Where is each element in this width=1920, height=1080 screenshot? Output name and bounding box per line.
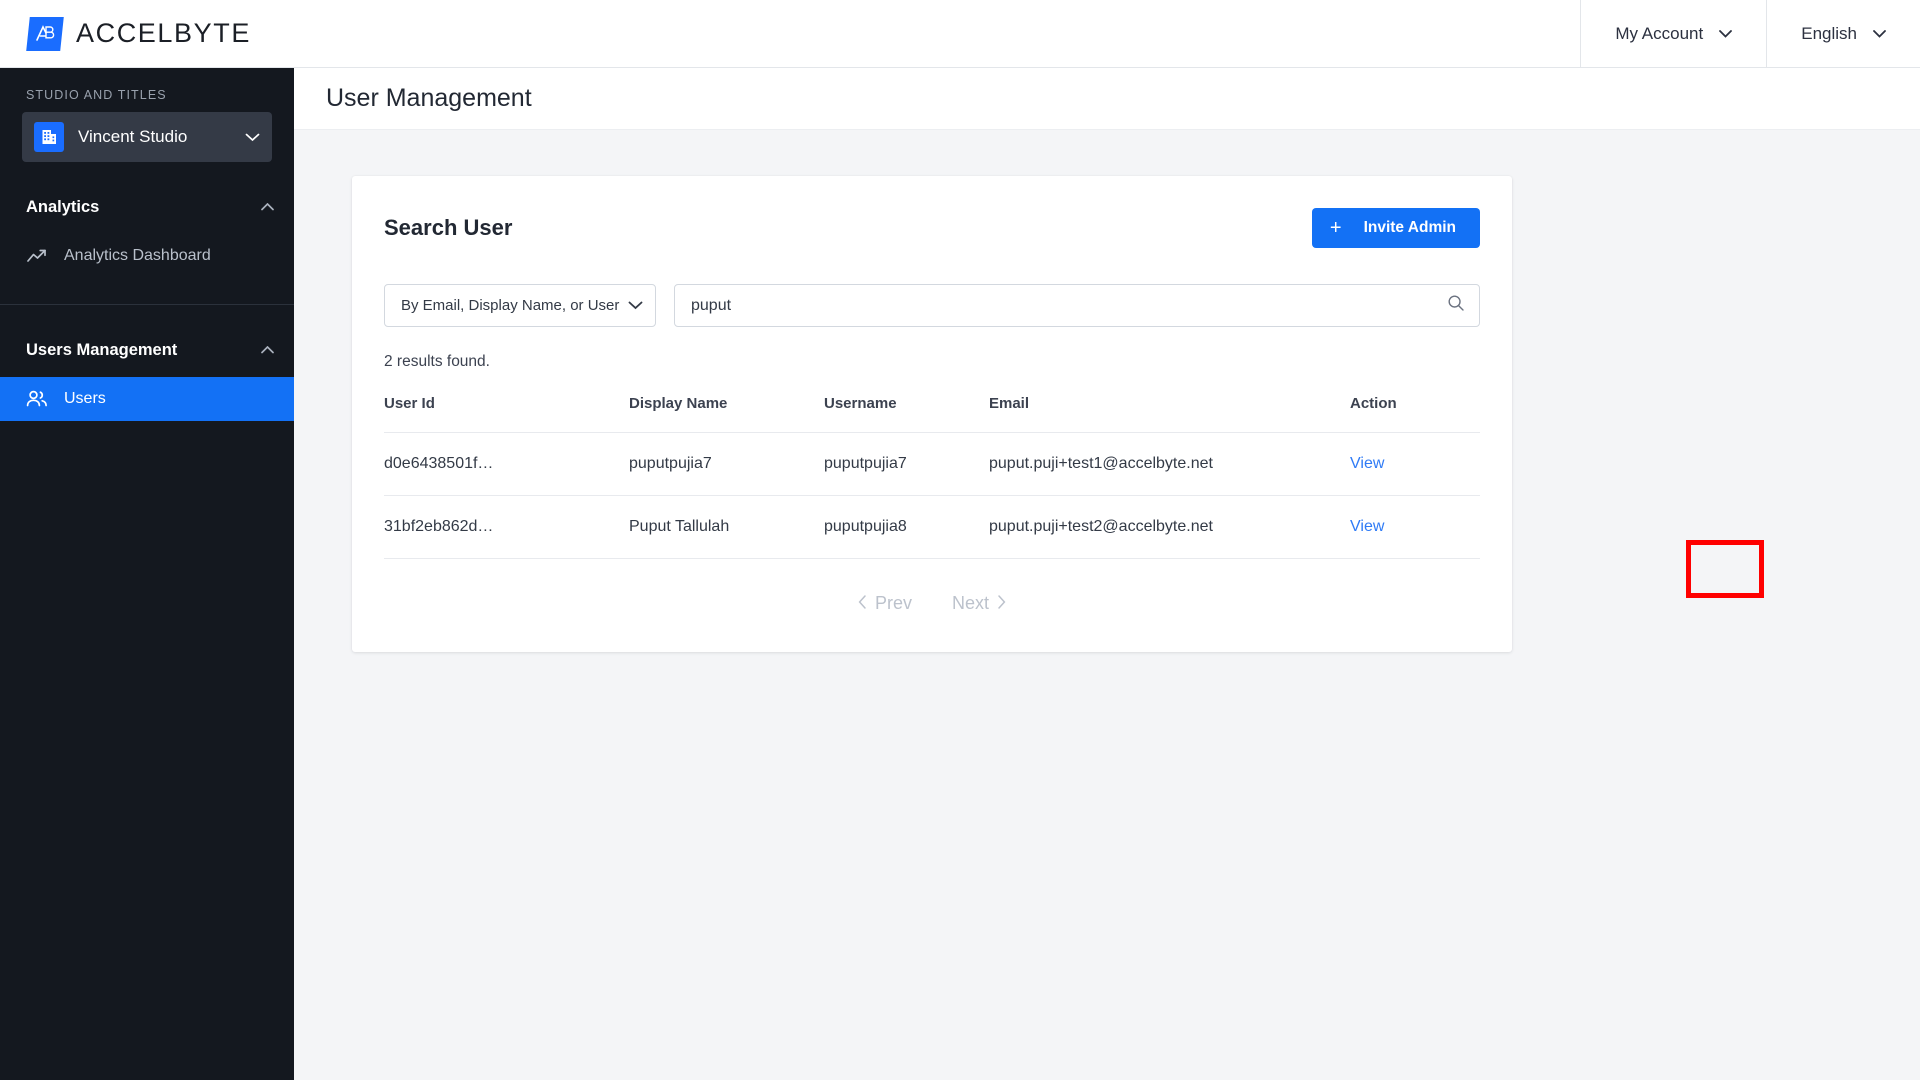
next-page-button[interactable]: Next — [952, 593, 1006, 614]
table-head: User Id Display Name Username Email Acti… — [384, 383, 1480, 433]
chevron-left-icon — [858, 593, 867, 614]
view-link[interactable]: View — [1350, 455, 1384, 472]
search-filter-value: By Email, Display Name, or User Na… — [401, 297, 620, 314]
cell-action: View — [1350, 432, 1480, 496]
search-input[interactable] — [691, 296, 1447, 315]
sidebar-section-analytics[interactable]: Analytics — [0, 192, 294, 222]
sidebar-section-title: Analytics — [26, 197, 100, 216]
language-label: English — [1801, 23, 1857, 43]
sidebar-item-users[interactable]: Users — [0, 377, 294, 421]
cell-email: puput.puji+test2@accelbyte.net — [989, 495, 1350, 559]
accelbyte-badge-icon — [26, 16, 64, 51]
next-page-label: Next — [952, 593, 990, 613]
invite-admin-button[interactable]: + Invite Admin — [1311, 208, 1480, 248]
top-bar: ACCELBYTE My Account English — [0, 0, 1920, 68]
results-count: 2 results found. — [384, 353, 490, 370]
studio-section-label: STUDIO AND TITLES — [26, 88, 167, 102]
users-table: User Id Display Name Username Email Acti… — [384, 383, 1480, 559]
table-row: d0e6438501f… puputpujia7 puputpujia7 pup… — [384, 432, 1480, 496]
studio-name: Vincent Studio — [78, 127, 188, 146]
prev-page-button[interactable]: Prev — [858, 593, 912, 614]
brand-logo[interactable]: ACCELBYTE — [0, 0, 360, 67]
chevron-down-icon — [1719, 29, 1733, 38]
sidebar-section-title: Users Management — [26, 340, 178, 359]
building-icon — [34, 122, 64, 152]
sidebar-item-label: Analytics Dashboard — [64, 247, 211, 264]
search-field-wrapper — [674, 284, 1480, 327]
search-controls: By Email, Display Name, or User Na… — [384, 284, 1480, 327]
column-header-action: Action — [1350, 383, 1480, 433]
table-header-row: User Id Display Name Username Email Acti… — [384, 383, 1480, 433]
chevron-down-icon — [1873, 29, 1886, 38]
top-menu: My Account English — [1580, 0, 1920, 67]
my-account-menu[interactable]: My Account — [1580, 0, 1766, 67]
sidebar-section-users-management[interactable]: Users Management — [0, 335, 294, 365]
pagination: Prev Next — [384, 559, 1480, 652]
app-root: ACCELBYTE My Account English STUDIO AND … — [0, 0, 1920, 1080]
column-header-username: Username — [824, 383, 989, 433]
chevron-right-icon — [997, 593, 1006, 614]
card-title: Search User — [384, 215, 513, 240]
users-icon — [26, 390, 48, 408]
chevron-up-icon — [261, 346, 274, 354]
content-area: Search User + Invite Admin By Email, Dis… — [294, 130, 1920, 1080]
table-row: 31bf2eb862d… Puput Tallulah puputpujia8 … — [384, 495, 1480, 559]
search-filter-select[interactable]: By Email, Display Name, or User Na… — [384, 284, 656, 327]
cell-action: View — [1350, 495, 1480, 559]
sidebar-item-analytics-dashboard[interactable]: Analytics Dashboard — [0, 234, 294, 278]
card-header: Search User + Invite Admin — [384, 208, 1480, 248]
main-content: User Management Search User + Invite Adm… — [294, 68, 1920, 1080]
column-header-email: Email — [989, 383, 1350, 433]
cell-email: puput.puji+test1@accelbyte.net — [989, 432, 1350, 496]
cell-username: puputpujia8 — [824, 495, 989, 559]
table-body: d0e6438501f… puputpujia7 puputpujia7 pup… — [384, 432, 1480, 559]
page-header: User Management — [294, 68, 1920, 130]
cell-user-id: d0e6438501f… — [384, 432, 629, 496]
brand-name-bold: ACCEL — [76, 18, 175, 48]
plus-icon: + — [1329, 217, 1342, 239]
search-icon[interactable] — [1447, 294, 1465, 317]
page-title: User Management — [326, 84, 532, 112]
search-user-card: Search User + Invite Admin By Email, Dis… — [352, 176, 1512, 652]
cell-username: puputpujia7 — [824, 432, 989, 496]
brand-name: ACCELBYTE — [76, 18, 251, 49]
language-menu[interactable]: English — [1766, 0, 1920, 67]
column-header-display-name: Display Name — [629, 383, 824, 433]
trending-up-icon — [26, 248, 48, 264]
prev-page-label: Prev — [874, 593, 912, 613]
sidebar-item-label: Users — [64, 390, 106, 407]
studio-selector[interactable]: Vincent Studio — [22, 112, 272, 162]
cell-display-name: puputpujia7 — [629, 432, 824, 496]
chevron-up-icon — [261, 203, 274, 211]
invite-admin-label: Invite Admin — [1363, 219, 1456, 236]
sidebar: STUDIO AND TITLES Vincent Studio Analyti… — [0, 68, 294, 1080]
column-header-user-id: User Id — [384, 383, 629, 433]
cell-user-id: 31bf2eb862d… — [384, 495, 629, 559]
brand-name-light: BYTE — [174, 18, 251, 48]
my-account-label: My Account — [1615, 23, 1704, 43]
view-link-highlighted[interactable]: View — [1350, 518, 1384, 535]
chevron-down-icon — [245, 133, 260, 142]
cell-display-name: Puput Tallulah — [629, 495, 824, 559]
chevron-down-icon — [628, 301, 643, 310]
sidebar-divider — [0, 304, 294, 305]
body-row: STUDIO AND TITLES Vincent Studio Analyti… — [0, 68, 1920, 1080]
